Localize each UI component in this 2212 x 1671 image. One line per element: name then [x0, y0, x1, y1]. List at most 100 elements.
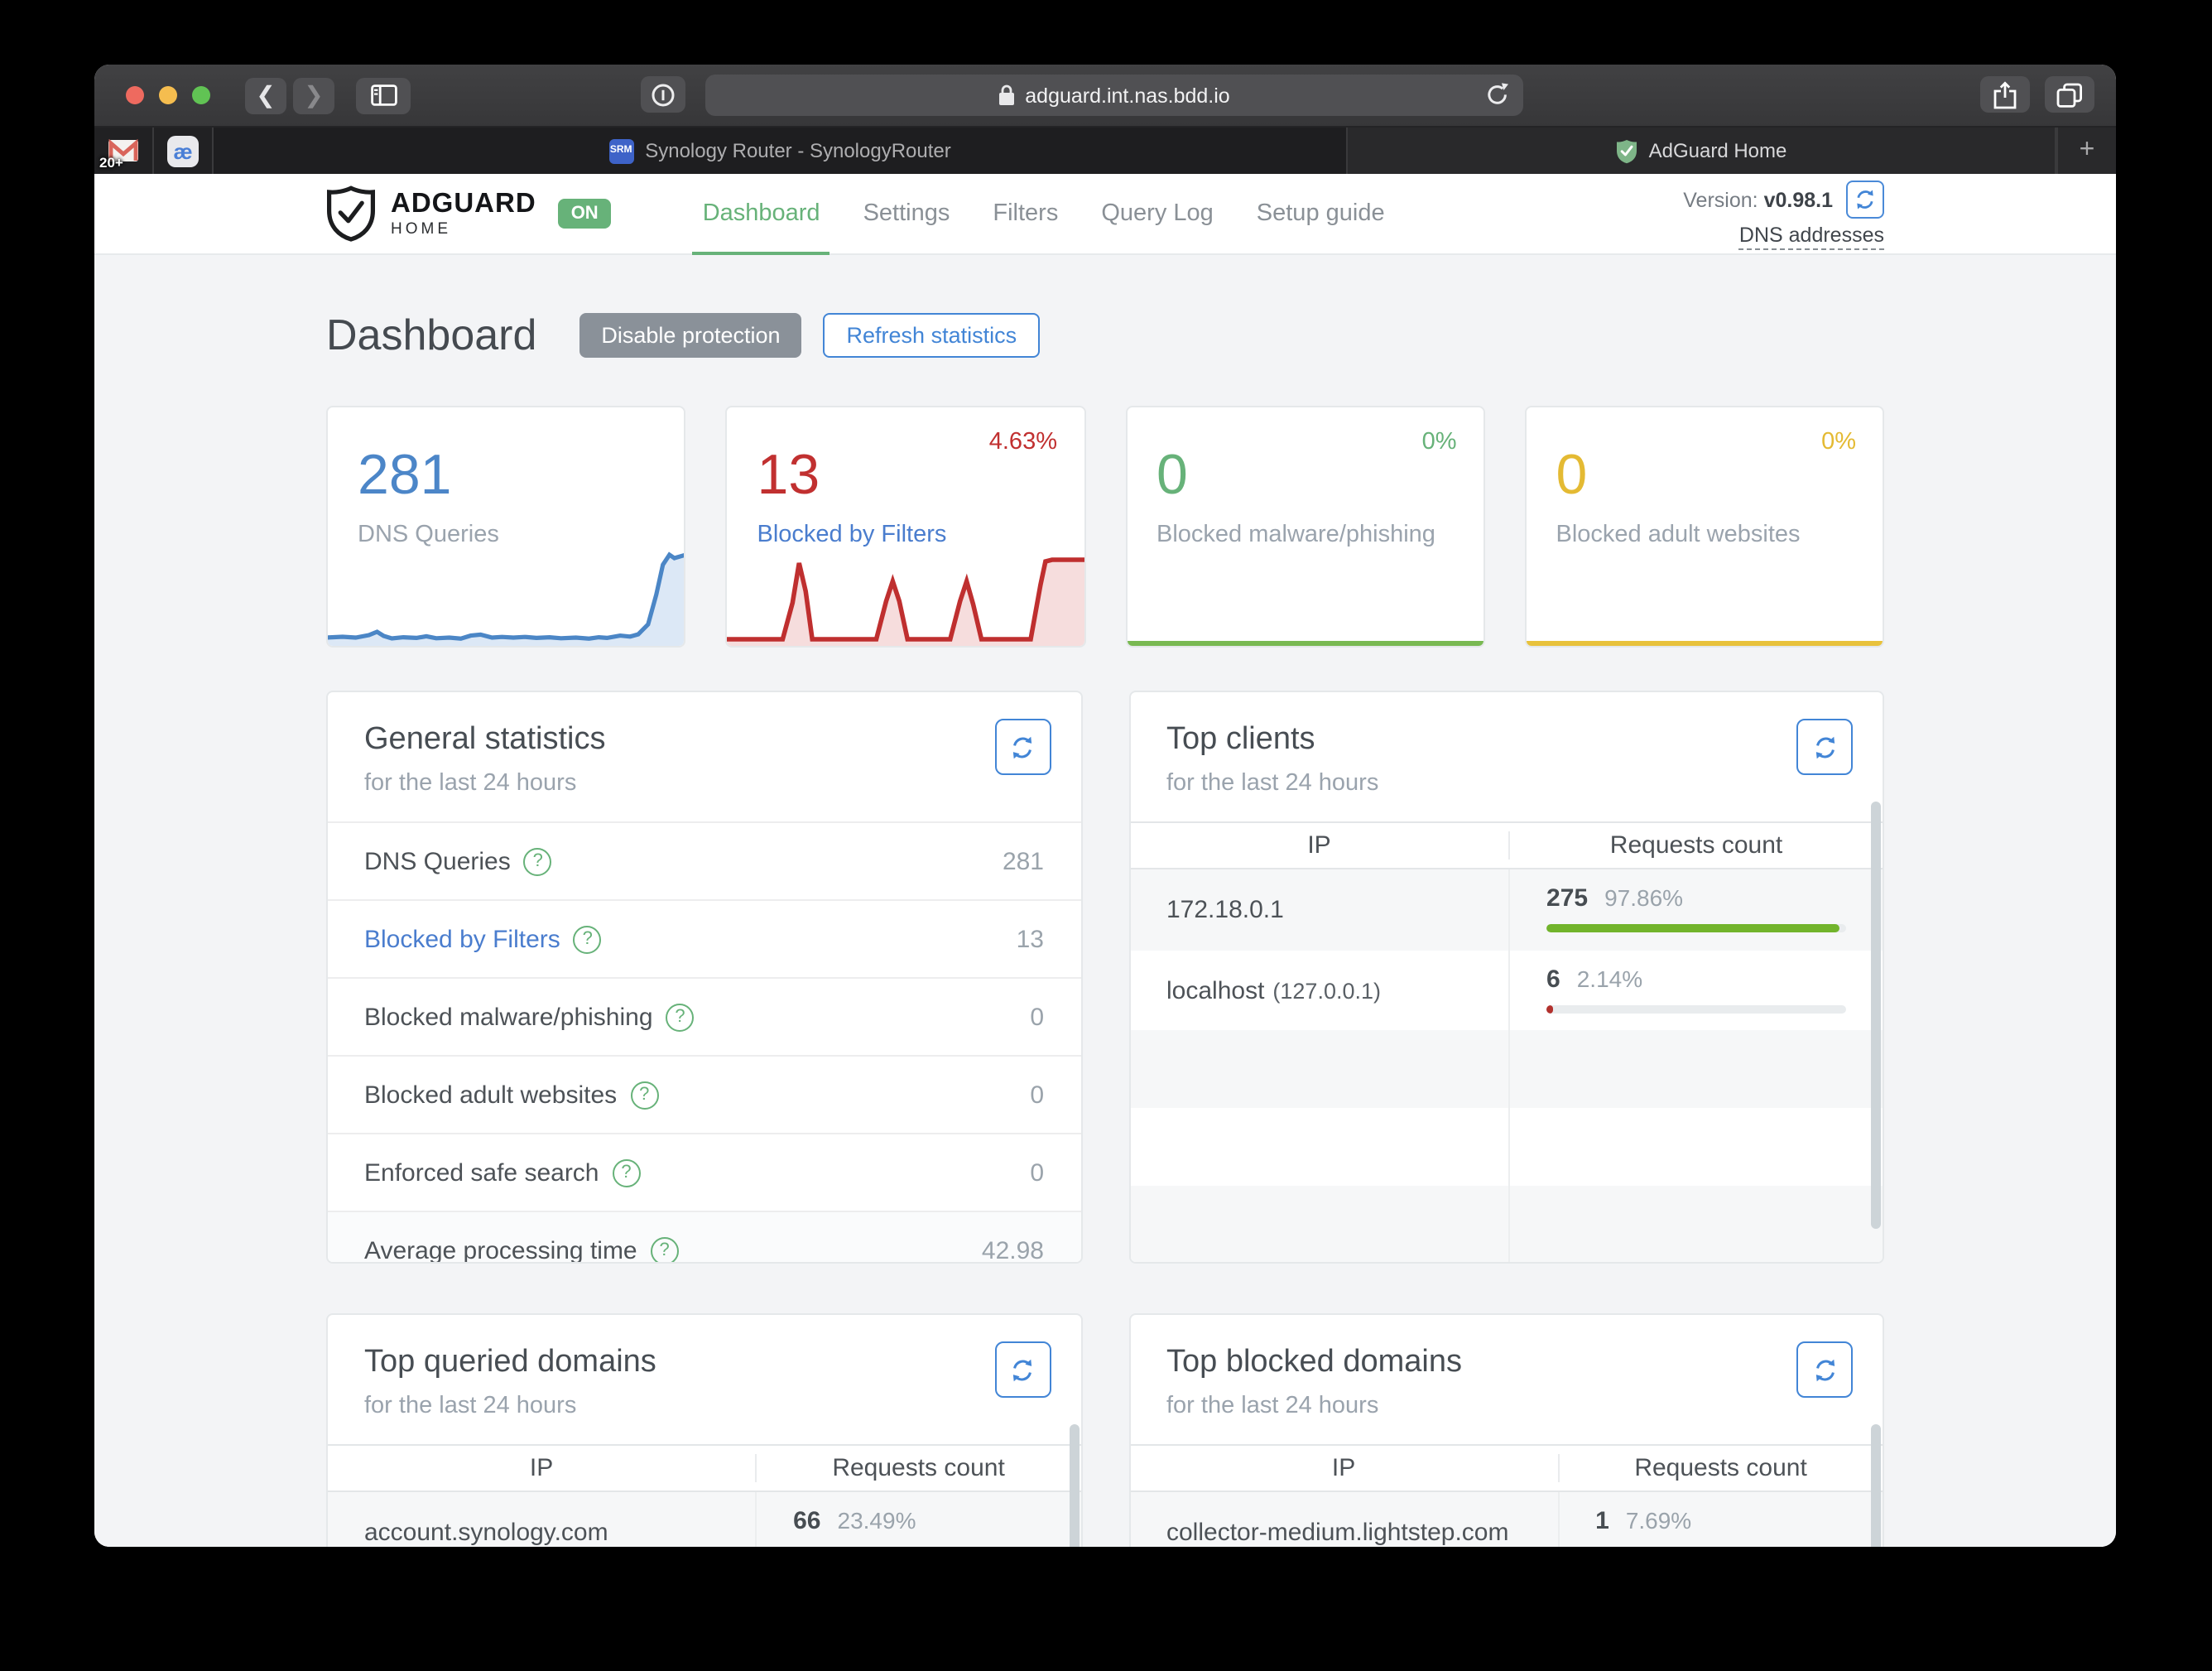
browser-window: ❮ ❯ adguard.int.nas.bdd.io 20+ æ SRM Syn… — [94, 65, 2116, 1547]
general-statistics-panel: General statistics for the last 24 hours — [326, 691, 1082, 1264]
blocked-filters-label[interactable]: Blocked by Filters — [757, 522, 1084, 548]
nav-query-log[interactable]: Query Log — [1080, 174, 1234, 253]
column-header-requests[interactable]: Requests count — [1510, 831, 1883, 860]
browser-titlebar: ❮ ❯ adguard.int.nas.bdd.io — [94, 65, 2116, 128]
sidebar-toggle-button[interactable] — [356, 77, 411, 113]
blocked-adult-label: Blocked adult websites — [1556, 522, 1801, 548]
refresh-panel-button[interactable] — [1796, 719, 1853, 775]
progress-bar — [1546, 924, 1846, 932]
back-button[interactable]: ❮ — [245, 77, 286, 113]
zoom-window-button[interactable] — [192, 86, 210, 104]
reload-icon — [1488, 83, 1508, 104]
reload-button[interactable] — [1485, 81, 1510, 113]
card-blocked-malware: 0 0% Blocked malware/phishing — [1125, 406, 1485, 648]
help-icon[interactable]: ? — [650, 1236, 679, 1262]
table-row: 172.18.0.1 275 97.86% — [1130, 869, 1883, 951]
check-update-button[interactable] — [1846, 181, 1884, 219]
row-value: 0 — [1030, 1158, 1044, 1187]
panel-subtitle: for the last 24 hours — [364, 770, 577, 797]
adguard-shield-logo-icon — [327, 185, 375, 242]
help-icon[interactable]: ? — [666, 1003, 695, 1031]
dns-addresses-link[interactable]: DNS addresses — [1738, 224, 1884, 250]
pinned-tab-mail[interactable]: 20+ — [94, 128, 154, 174]
forward-button[interactable]: ❯ — [293, 77, 334, 113]
panels-row-1: General statistics for the last 24 hours — [326, 691, 1884, 1264]
empty-table-row — [1130, 1186, 1883, 1262]
help-icon[interactable]: ? — [523, 847, 552, 875]
empty-table-row — [1130, 1030, 1883, 1108]
column-header-requests[interactable]: Requests count — [1559, 1454, 1883, 1482]
ae-icon: æ — [167, 135, 199, 166]
panel-title: General statistics — [364, 722, 606, 757]
blocked-adult-sparkline — [1526, 641, 1883, 646]
row-value: 0 — [1030, 1081, 1044, 1109]
brand-sub: HOME — [391, 220, 451, 238]
help-icon[interactable]: ? — [573, 925, 602, 953]
row-label-link[interactable]: Blocked by Filters — [364, 925, 560, 953]
circle-bar-extension-icon — [652, 83, 675, 106]
tab-adguard-home[interactable]: AdGuard Home — [1348, 128, 2056, 174]
help-icon[interactable]: ? — [612, 1158, 641, 1187]
version-text: Version: v0.98.1 — [1683, 188, 1833, 211]
chevron-left-icon: ❮ — [256, 81, 276, 108]
pinned-tab-ae[interactable]: æ — [154, 128, 214, 174]
client-ip: 172.18.0.1 — [1166, 896, 1284, 924]
blocked-malware-percent: 0% — [1421, 429, 1457, 455]
request-percent: 97.86% — [1604, 884, 1684, 911]
row-label: Enforced safe search — [364, 1158, 599, 1187]
stat-row-processing-time: Average processing time? 42.98 — [328, 1211, 1080, 1264]
column-header-ip[interactable]: IP — [1130, 1454, 1560, 1482]
dns-queries-label: DNS Queries — [358, 522, 499, 548]
top-clients-panel: Top clients for the last 24 hours IP Req… — [1128, 691, 1884, 1264]
column-header-requests[interactable]: Requests count — [757, 1454, 1080, 1482]
tab-title: Synology Router - SynologyRouter — [645, 139, 951, 162]
tab-overview-button[interactable] — [2045, 76, 2094, 113]
refresh-panel-button[interactable] — [994, 1341, 1051, 1398]
table-row: localhost (127.0.0.1) 6 2.14% — [1130, 951, 1883, 1030]
blocked-filters-value: 13 — [757, 444, 820, 507]
extension-button[interactable] — [641, 76, 685, 113]
top-blocked-domains-panel: Top blocked domains for the last 24 hour… — [1128, 1313, 1884, 1547]
table-scrollbar[interactable] — [1871, 1424, 1881, 1547]
disable-protection-button[interactable]: Disable protection — [579, 313, 802, 358]
request-count: 66 — [793, 1507, 821, 1535]
adguard-header: ADGUARD HOME ON Dashboard Settings Filte… — [94, 174, 2116, 255]
row-value: 42.98 — [981, 1236, 1044, 1264]
nav-settings[interactable]: Settings — [842, 174, 972, 253]
column-header-ip[interactable]: IP — [1130, 831, 1511, 860]
client-ip: localhost — [1166, 976, 1265, 1004]
share-button[interactable] — [1980, 76, 2030, 113]
version-value: v0.98.1 — [1763, 188, 1833, 211]
panel-subtitle: for the last 24 hours — [364, 1393, 577, 1419]
unread-count-badge: 20+ — [99, 154, 123, 171]
empty-table-row — [1130, 1108, 1883, 1186]
help-icon[interactable]: ? — [630, 1081, 659, 1109]
close-window-button[interactable] — [126, 86, 144, 104]
domain-name: account.synology.com — [364, 1518, 608, 1546]
table-scrollbar[interactable] — [1069, 1424, 1079, 1547]
request-count: 1 — [1595, 1507, 1609, 1535]
top-queried-domains-panel: Top queried domains for the last 24 hour… — [326, 1313, 1082, 1547]
table-scrollbar[interactable] — [1871, 802, 1881, 1229]
column-header-ip[interactable]: IP — [328, 1454, 757, 1482]
panel-title: Top blocked domains — [1166, 1345, 1462, 1380]
nav-filters[interactable]: Filters — [971, 174, 1080, 253]
request-percent: 7.69% — [1625, 1507, 1692, 1534]
refresh-icon — [1815, 735, 1835, 758]
tab-title: AdGuard Home — [1648, 139, 1787, 162]
chevron-right-icon: ❯ — [304, 81, 324, 108]
blocked-malware-label: Blocked malware/phishing — [1156, 522, 1435, 548]
adguard-logo[interactable]: ADGUARD HOME — [326, 185, 536, 242]
nav-setup-guide[interactable]: Setup guide — [1235, 174, 1407, 253]
nav-dashboard[interactable]: Dashboard — [681, 174, 842, 255]
url-text: adguard.int.nas.bdd.io — [1025, 84, 1230, 107]
refresh-statistics-button[interactable]: Refresh statistics — [823, 313, 1041, 358]
row-label: Blocked adult websites — [364, 1081, 618, 1109]
progress-bar — [1546, 1005, 1846, 1014]
tab-synology-router[interactable]: SRM Synology Router - SynologyRouter — [214, 128, 1348, 174]
minimize-window-button[interactable] — [159, 86, 177, 104]
address-bar[interactable]: adguard.int.nas.bdd.io — [705, 75, 1523, 116]
refresh-panel-button[interactable] — [1796, 1341, 1853, 1398]
refresh-panel-button[interactable] — [994, 719, 1051, 775]
new-tab-button[interactable]: + — [2056, 128, 2116, 174]
